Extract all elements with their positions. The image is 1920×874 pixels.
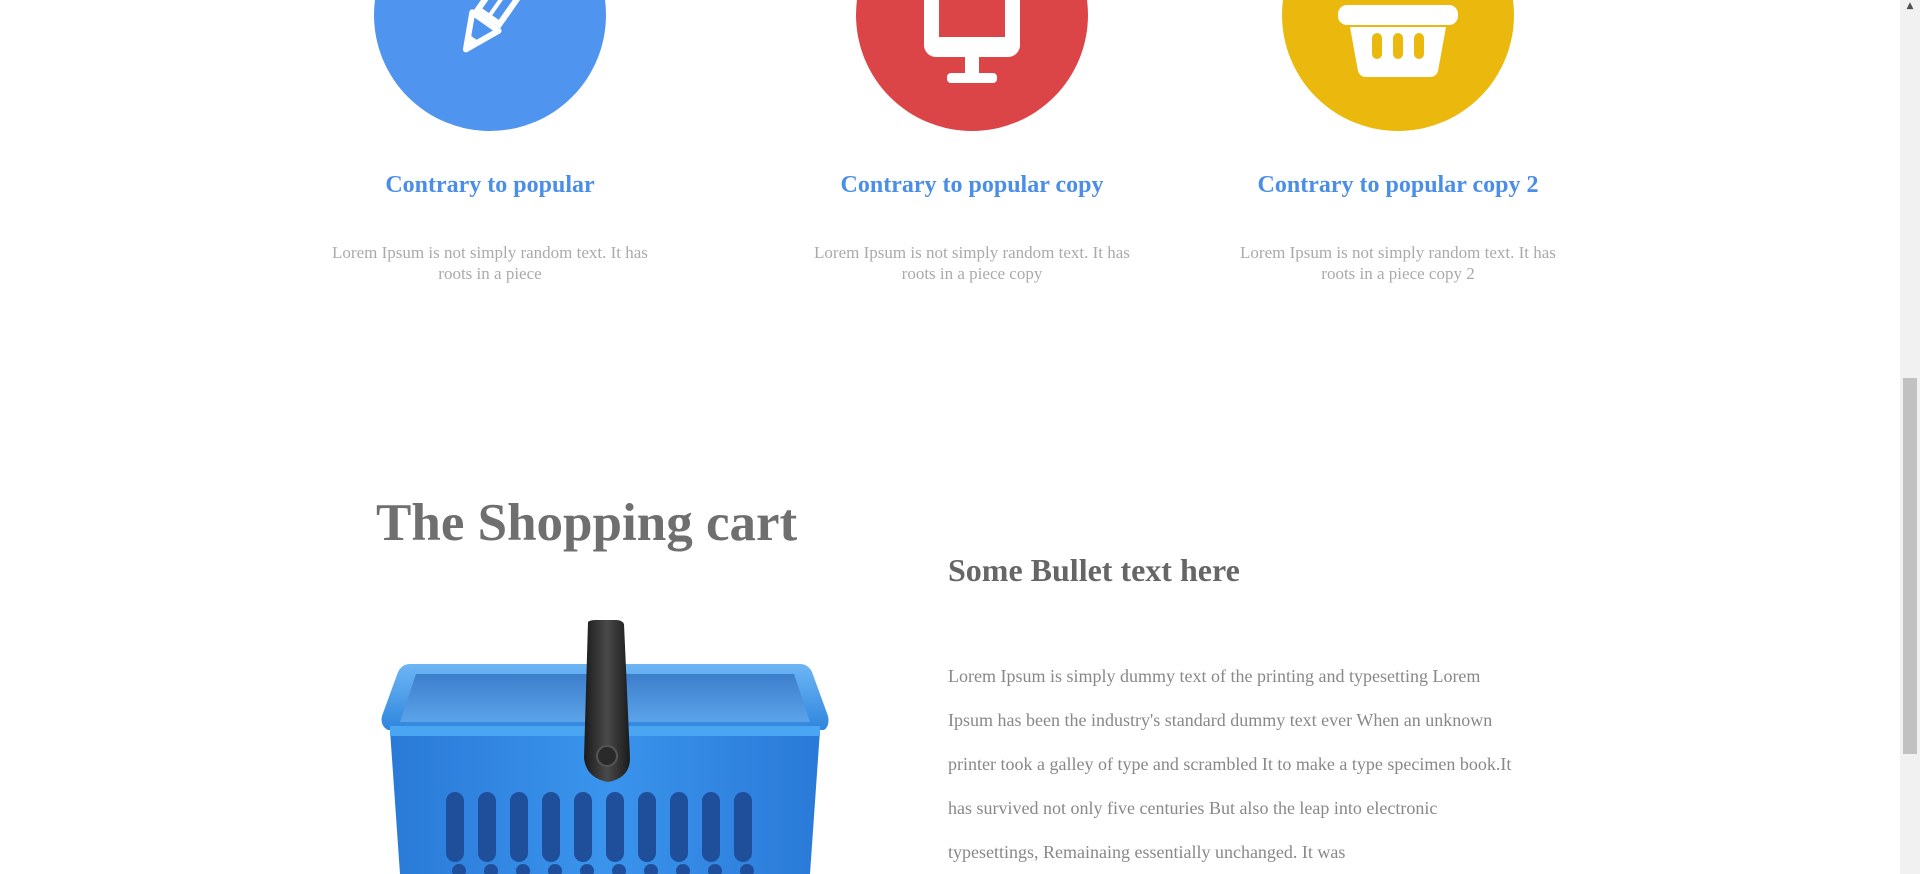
feature-1-text: Lorem Ipsum is not simply random text. I…	[332, 243, 648, 283]
feature-1-circle	[374, 0, 606, 131]
feature-3-circle	[1282, 0, 1514, 131]
scroll-up-arrow-icon[interactable]: ▲	[1900, 0, 1920, 12]
monitor-icon	[924, 0, 1020, 83]
pencil-icon	[462, 0, 540, 53]
feature-1-title: Contrary to popular	[385, 172, 595, 198]
feature-3-title: Contrary to popular copy 2	[1257, 172, 1539, 198]
bullet-heading: Some Bullet text here	[948, 552, 1240, 588]
vertical-scrollbar[interactable]: ▲	[1900, 0, 1920, 874]
feature-2-circle	[856, 0, 1088, 131]
cart-heading: The Shopping cart	[376, 494, 798, 552]
feature-3-text: Lorem Ipsum is not simply random text. I…	[1240, 243, 1556, 283]
shopping-basket-illustration	[380, 618, 830, 874]
feature-2-title: Contrary to popular copy	[840, 172, 1104, 198]
bullet-body-text: Lorem Ipsum is simply dummy text of the …	[948, 666, 1512, 862]
basket-icon	[1338, 5, 1458, 77]
shopping-basket-image	[381, 620, 829, 874]
feature-2-text: Lorem Ipsum is not simply random text. I…	[814, 243, 1130, 283]
page: Contrary to popular Lorem Ipsum is not s…	[0, 0, 1920, 874]
scrollbar-thumb[interactable]	[1903, 378, 1917, 754]
